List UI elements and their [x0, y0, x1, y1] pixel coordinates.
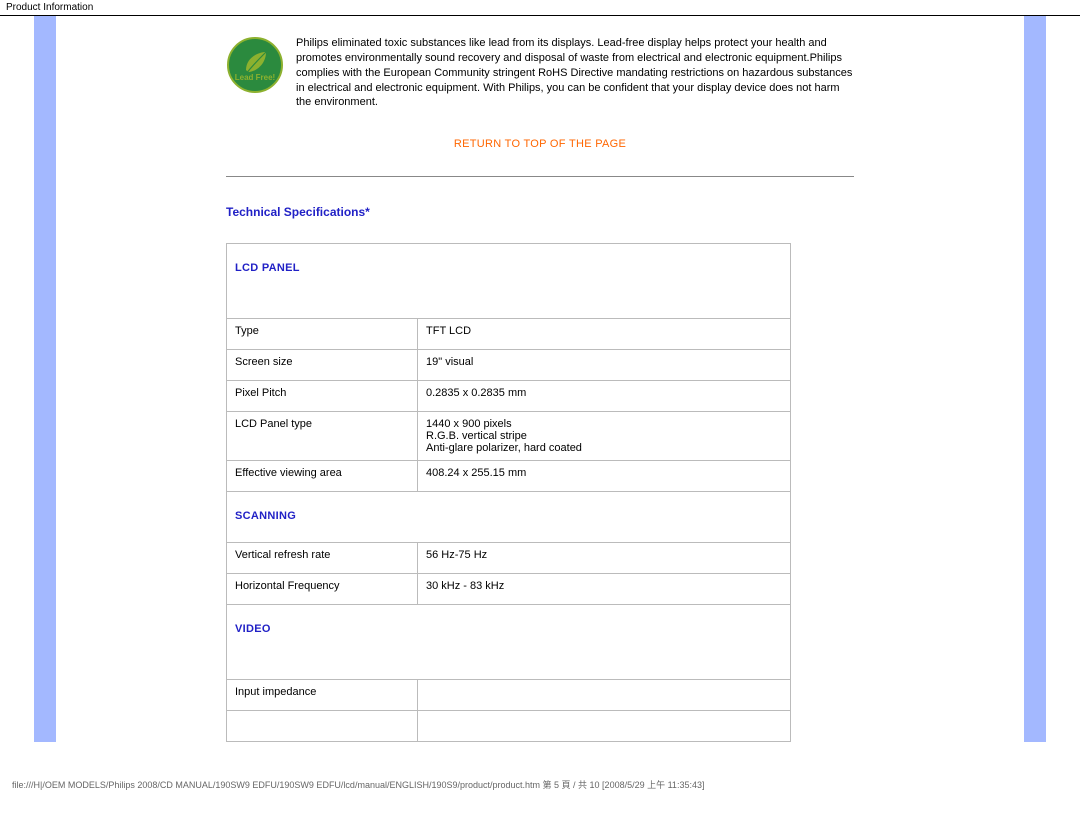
intro-block: Lead Free! Philips eliminated toxic subs…	[226, 16, 854, 110]
section-divider	[226, 176, 854, 177]
spec-label: Pixel Pitch	[227, 381, 417, 411]
spec-value: 56 Hz-75 Hz	[418, 543, 790, 573]
technical-spec-heading: Technical Specifications*	[226, 205, 854, 219]
badge-label-text: Lead Free!	[235, 73, 275, 82]
table-row: LCD Panel type1440 x 900 pixels R.G.B. v…	[227, 412, 790, 460]
table-row: TypeTFT LCD	[227, 319, 790, 349]
spec-label: Effective viewing area	[227, 461, 417, 491]
spec-table: LCD PANEL TypeTFT LCD Screen size19" vis…	[226, 243, 791, 742]
table-row-group-head: LCD PANEL	[227, 244, 790, 318]
table-row: Screen size19" visual	[227, 350, 790, 380]
spec-label: Type	[227, 319, 417, 349]
spec-value: TFT LCD	[418, 319, 790, 349]
return-top-wrap: RETURN TO TOP OF THE PAGE	[226, 136, 854, 150]
spec-value: 19" visual	[418, 350, 790, 380]
lead-free-badge: Lead Free!	[226, 36, 284, 94]
spec-value: 30 kHz - 83 kHz	[418, 574, 790, 604]
content-column: Lead Free! Philips eliminated toxic subs…	[58, 16, 1022, 742]
spec-label: Horizontal Frequency	[227, 574, 417, 604]
spec-label: Screen size	[227, 350, 417, 380]
spec-value: 0.2835 x 0.2835 mm	[418, 381, 790, 411]
intro-paragraph: Philips eliminated toxic substances like…	[296, 36, 854, 110]
spec-label: Vertical refresh rate	[227, 543, 417, 573]
spec-label: Input impedance	[227, 680, 417, 710]
table-row: Pixel Pitch0.2835 x 0.2835 mm	[227, 381, 790, 411]
table-row	[227, 711, 790, 741]
spec-value: 408.24 x 255.15 mm	[418, 461, 790, 491]
spec-label	[227, 711, 417, 741]
table-row-group-head: SCANNING	[227, 492, 790, 542]
table-row: Effective viewing area408.24 x 255.15 mm	[227, 461, 790, 491]
decor-bar-left	[34, 16, 56, 742]
footer-file-path: file:///H|/OEM MODELS/Philips 2008/CD MA…	[0, 772, 1080, 797]
group-video: VIDEO	[227, 605, 790, 679]
table-row: Input impedance	[227, 680, 790, 710]
decor-bar-right	[1024, 16, 1046, 742]
table-row: Horizontal Frequency30 kHz - 83 kHz	[227, 574, 790, 604]
spec-value	[418, 680, 790, 710]
spec-label: LCD Panel type	[227, 412, 417, 460]
table-row: Vertical refresh rate56 Hz-75 Hz	[227, 543, 790, 573]
page-body: Lead Free! Philips eliminated toxic subs…	[0, 16, 1080, 772]
page-header-title: Product Information	[0, 0, 1080, 15]
table-row-group-head: VIDEO	[227, 605, 790, 679]
spec-value	[418, 711, 790, 741]
group-scanning: SCANNING	[227, 492, 790, 542]
return-top-link[interactable]: RETURN TO TOP OF THE PAGE	[454, 138, 626, 150]
spec-value: 1440 x 900 pixels R.G.B. vertical stripe…	[418, 412, 790, 460]
leaf-icon: Lead Free!	[226, 36, 284, 94]
group-lcd-panel: LCD PANEL	[227, 244, 790, 318]
